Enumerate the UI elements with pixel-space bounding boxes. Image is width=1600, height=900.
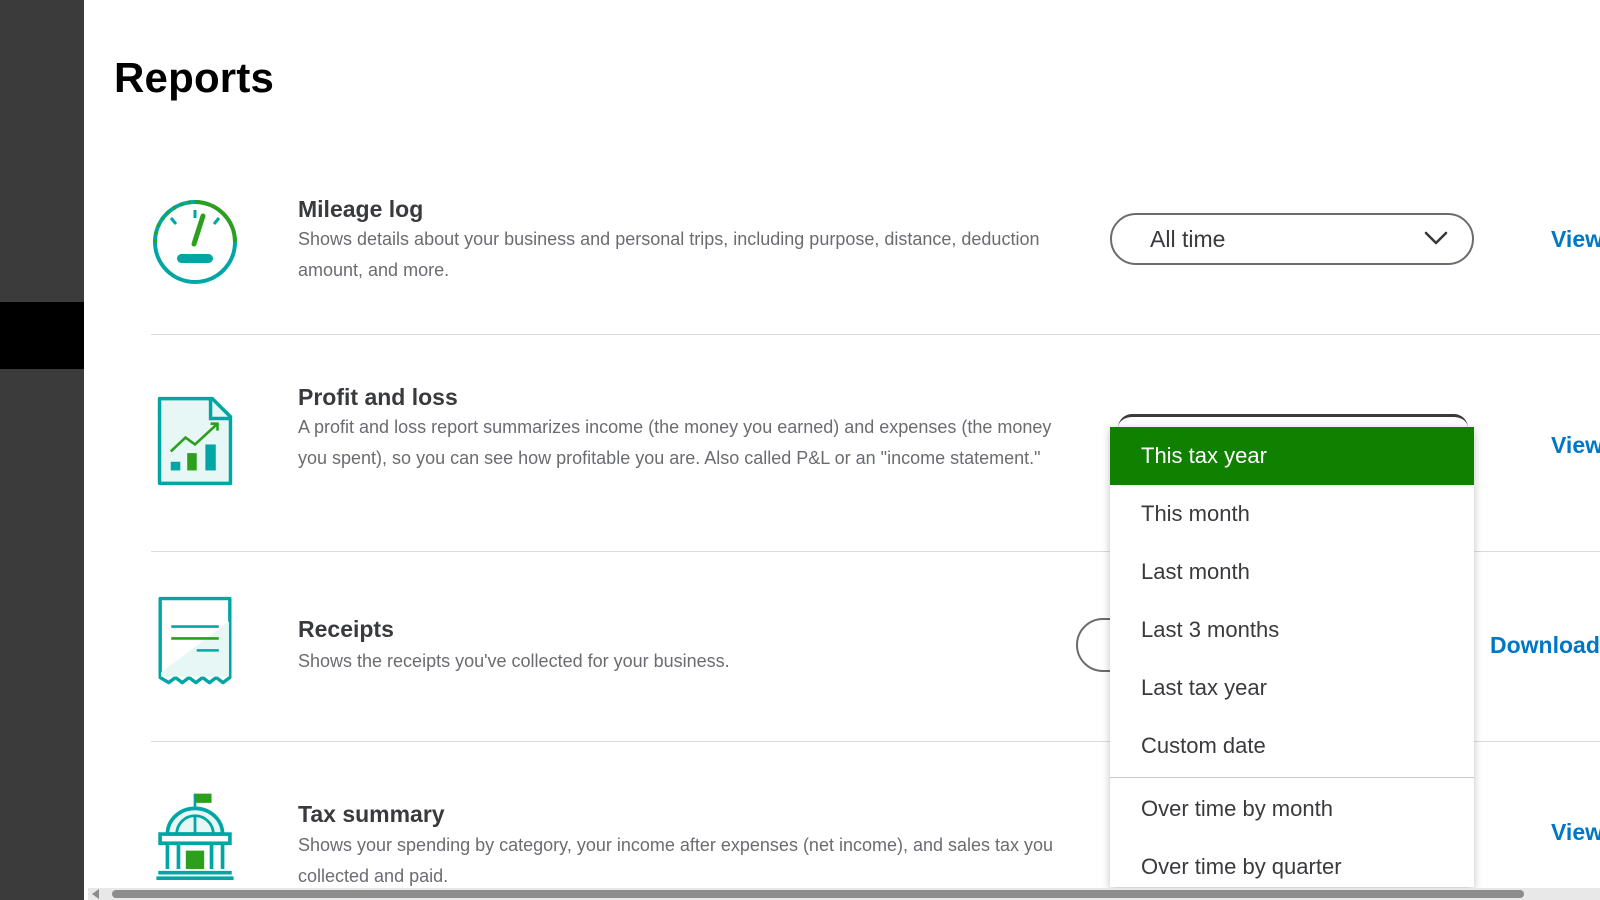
- dropdown-option-custom-date[interactable]: Custom date: [1110, 717, 1474, 775]
- report-title-tax-summary: Tax summary: [298, 801, 445, 827]
- dropdown-divider: [1110, 777, 1474, 778]
- report-description-profit-and-loss: A profit and loss report summarizes inco…: [298, 417, 1052, 468]
- dropdown-option-this-month[interactable]: This month: [1110, 485, 1474, 543]
- report-title-receipts: Receipts: [298, 616, 394, 642]
- report-description-mileage-log: Shows details about your business and pe…: [298, 229, 1040, 280]
- view-profit-and-loss-link[interactable]: View: [1551, 432, 1600, 459]
- government-building-icon: [156, 793, 234, 880]
- dropdown-option-over-time-by-month[interactable]: Over time by month: [1110, 780, 1474, 838]
- report-title-mileage-log: Mileage log: [298, 196, 424, 222]
- dropdown-option-over-time-by-quarter[interactable]: Over time by quarter: [1110, 838, 1474, 887]
- receipt-icon: [158, 596, 232, 685]
- profit-loss-date-range-select[interactable]: [1118, 414, 1468, 428]
- left-navigation-active-item[interactable]: [0, 302, 84, 369]
- report-description-receipts: Shows the receipts you've collected for …: [298, 651, 730, 671]
- date-range-value: All time: [1150, 225, 1226, 252]
- view-mileage-log-link[interactable]: View: [1551, 226, 1600, 253]
- dropdown-option-last-tax-year[interactable]: Last tax year: [1110, 659, 1474, 717]
- report-title-profit-and-loss: Profit and loss: [298, 384, 458, 410]
- row-divider: [151, 334, 1600, 335]
- scroll-left-arrow-icon[interactable]: [92, 889, 99, 899]
- growth-chart-document-icon: [157, 396, 233, 486]
- left-navigation-rail: [0, 0, 84, 900]
- dropdown-option-last-3-months[interactable]: Last 3 months: [1110, 601, 1474, 659]
- download-receipts-link[interactable]: Download: [1490, 632, 1600, 659]
- dropdown-option-last-month[interactable]: Last month: [1110, 543, 1474, 601]
- horizontal-scrollbar[interactable]: [88, 888, 1600, 900]
- page-title: Reports: [114, 54, 275, 101]
- report-description-tax-summary: Shows your spending by category, your in…: [298, 835, 1054, 886]
- view-tax-summary-link[interactable]: View: [1551, 819, 1600, 846]
- chevron-down-icon: [1424, 231, 1448, 245]
- dropdown-option-this-tax-year[interactable]: This tax year: [1110, 427, 1474, 485]
- mileage-date-range-select[interactable]: All time: [1110, 213, 1474, 265]
- speedometer-icon: [153, 200, 237, 284]
- horizontal-scrollbar-thumb[interactable]: [112, 890, 1524, 898]
- date-range-dropdown-menu: This tax year This month Last month Last…: [1110, 427, 1474, 887]
